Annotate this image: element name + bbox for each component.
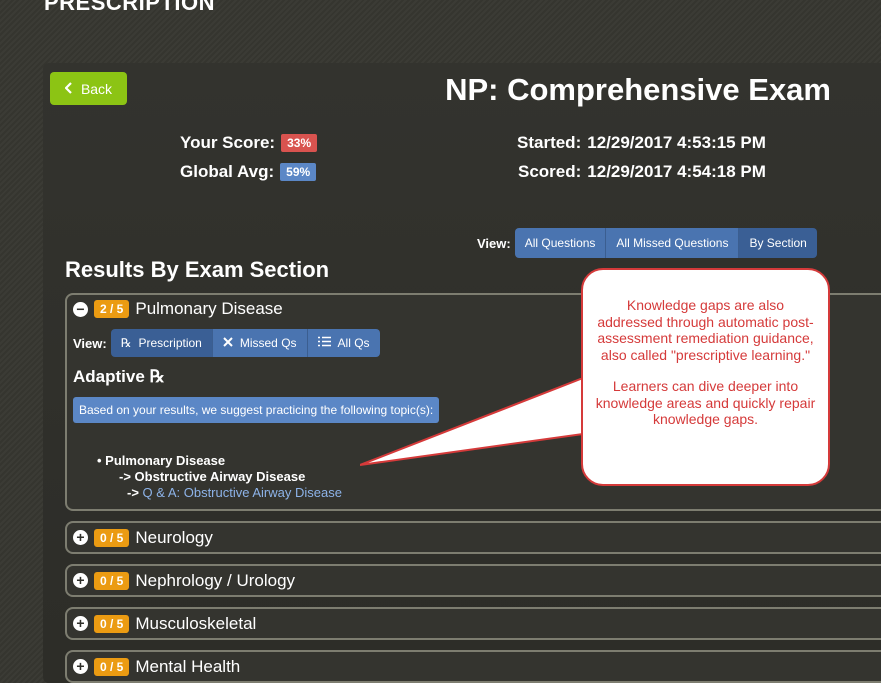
- section-view-label: View:: [73, 335, 107, 351]
- scored-row: Scored: 12/29/2017 4:54:18 PM: [518, 162, 766, 182]
- section-header[interactable]: + 0 / 5 Neurology: [67, 523, 881, 552]
- plus-circle-icon[interactable]: +: [73, 530, 88, 545]
- scored-value: 12/29/2017 4:54:18 PM: [587, 162, 766, 181]
- callout-paragraph-1: Knowledge gaps are also addressed throug…: [597, 297, 814, 363]
- section-title: Neurology: [135, 527, 213, 547]
- section-view-button-group: ℞ Prescription Missed Qs All Qs: [110, 329, 380, 357]
- topic-label: Pulmonary Disease: [105, 453, 226, 468]
- section-title: Musculoskeletal: [135, 613, 257, 633]
- qa-obstructive-airway-link[interactable]: Q & A: Obstructive Airway Disease: [143, 485, 342, 500]
- section-header[interactable]: + 0 / 5 Musculoskeletal: [67, 609, 881, 638]
- section-nephrology-urology[interactable]: + 0 / 5 Nephrology / Urology: [65, 564, 881, 597]
- scored-label: Scored:: [518, 162, 582, 181]
- prescription-button-label: Prescription: [138, 336, 202, 350]
- your-score-row: Your Score: 33%: [180, 133, 318, 153]
- view-all-missed-button[interactable]: All Missed Questions: [606, 228, 740, 258]
- section-musculoskeletal[interactable]: + 0 / 5 Musculoskeletal: [65, 607, 881, 640]
- section-score-badge: 0 / 5: [94, 657, 130, 676]
- callout-paragraph-2: Learners can dive deeper into knowledge …: [595, 378, 816, 427]
- missed-qs-button-label: Missed Qs: [239, 336, 297, 350]
- back-button[interactable]: Back: [50, 72, 127, 105]
- prescription-button[interactable]: ℞ Prescription: [110, 329, 213, 357]
- view-all-questions-button[interactable]: All Questions: [514, 228, 607, 258]
- topic-link-item: -> Q & A: Obstructive Airway Disease: [97, 485, 881, 501]
- started-value: 12/29/2017 4:53:15 PM: [587, 133, 766, 152]
- section-score-badge: 0 / 5: [94, 571, 130, 590]
- results-heading: Results By Exam Section: [65, 257, 330, 282]
- missed-qs-button[interactable]: Missed Qs: [212, 329, 308, 357]
- started-row: Started: 12/29/2017 4:53:15 PM: [517, 133, 766, 153]
- view-by-section-button[interactable]: By Section: [739, 228, 817, 258]
- global-avg-row: Global Avg: 59%: [180, 162, 317, 182]
- section-title: Mental Health: [135, 656, 241, 676]
- page-header-title: PRESCRIPTION: [44, 0, 216, 15]
- section-title: Pulmonary Disease: [135, 299, 283, 318]
- plus-circle-icon[interactable]: +: [73, 573, 88, 588]
- section-mental-health[interactable]: + 0 / 5 Mental Health: [65, 650, 881, 683]
- section-score-badge: 0 / 5: [94, 614, 130, 633]
- list-icon: [317, 336, 331, 350]
- section-neurology[interactable]: + 0 / 5 Neurology: [65, 521, 881, 554]
- close-icon: [223, 336, 233, 350]
- section-title: Nephrology / Urology: [135, 570, 296, 590]
- view-label: View:: [477, 235, 511, 251]
- plus-circle-icon[interactable]: +: [73, 616, 88, 631]
- all-qs-button[interactable]: All Qs: [307, 329, 380, 357]
- your-score-badge: 33%: [281, 134, 318, 152]
- section-header[interactable]: + 0 / 5 Mental Health: [67, 652, 881, 681]
- suggestion-banner: Based on your results, we suggest practi…: [73, 397, 440, 423]
- chevron-left-icon: [64, 81, 73, 97]
- link-prefix: ->: [127, 485, 139, 500]
- exam-title: NP: Comprehensive Exam: [445, 72, 831, 107]
- prescription-icon: ℞: [120, 336, 132, 350]
- global-avg-badge: 59%: [280, 163, 317, 181]
- view-toggle: View: All Questions All Missed Questions…: [477, 228, 817, 258]
- section-score-badge: 2 / 5: [94, 300, 130, 318]
- view-button-group: All Questions All Missed Questions By Se…: [514, 228, 817, 258]
- started-label: Started:: [517, 133, 582, 152]
- section-header[interactable]: + 0 / 5 Nephrology / Urology: [67, 566, 881, 595]
- minus-circle-icon[interactable]: −: [73, 301, 88, 317]
- plus-circle-icon[interactable]: +: [73, 659, 88, 674]
- all-qs-button-label: All Qs: [337, 336, 370, 350]
- your-score-label: Your Score:: [180, 133, 276, 152]
- callout-bubble: Knowledge gaps are also addressed throug…: [581, 268, 830, 486]
- section-score-badge: 0 / 5: [94, 528, 130, 547]
- back-button-label: Back: [80, 80, 113, 97]
- global-avg-label: Global Avg:: [180, 162, 275, 181]
